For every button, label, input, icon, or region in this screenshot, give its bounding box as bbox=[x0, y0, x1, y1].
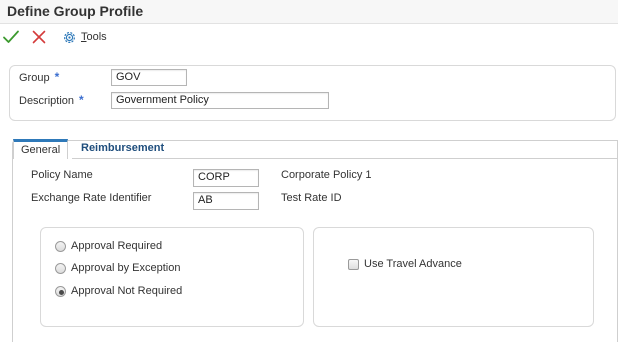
radio-button[interactable] bbox=[55, 262, 66, 274]
close-icon bbox=[32, 30, 46, 44]
use-travel-advance-checkbox[interactable]: Use Travel Advance bbox=[348, 258, 462, 270]
ok-button[interactable] bbox=[2, 28, 20, 46]
radio-button-selected[interactable] bbox=[55, 285, 66, 297]
approval-by-exception-radio[interactable]: Approval by Exception bbox=[55, 262, 180, 274]
tab-general[interactable]: General bbox=[13, 139, 69, 159]
tab-divider bbox=[72, 158, 618, 159]
gear-icon bbox=[64, 31, 75, 43]
title-bar: Define Group Profile bbox=[0, 0, 618, 24]
approval-required-radio[interactable]: Approval Required bbox=[55, 240, 162, 252]
exchange-rate-description: Test Rate ID bbox=[281, 192, 342, 204]
page-title: Define Group Profile bbox=[7, 3, 144, 19]
policy-name-label: Policy Name bbox=[31, 169, 93, 181]
exchange-rate-field[interactable]: AB bbox=[193, 192, 259, 210]
approval-not-required-label: Approval Not Required bbox=[71, 285, 183, 297]
group-label: Group * bbox=[19, 70, 60, 84]
required-indicator: * bbox=[79, 93, 84, 107]
travel-advance-group-box bbox=[313, 227, 594, 327]
description-label: Description * bbox=[19, 93, 84, 107]
policy-name-field[interactable]: CORP bbox=[193, 169, 259, 187]
cancel-button[interactable] bbox=[30, 28, 48, 46]
description-field[interactable]: Government Policy bbox=[111, 92, 329, 109]
tools-button[interactable]: Tools bbox=[62, 28, 107, 46]
tab-reimbursement[interactable]: Reimbursement bbox=[74, 139, 171, 158]
approval-not-required-radio[interactable]: Approval Not Required bbox=[55, 285, 182, 297]
approval-by-exception-label: Approval by Exception bbox=[71, 262, 181, 274]
group-field[interactable]: GOV bbox=[111, 69, 187, 86]
radio-button[interactable] bbox=[55, 240, 66, 252]
toolbar: Tools bbox=[0, 26, 618, 48]
approval-required-label: Approval Required bbox=[71, 240, 163, 252]
use-travel-advance-label: Use Travel Advance bbox=[364, 258, 462, 270]
tools-label: Tools bbox=[81, 31, 107, 43]
exchange-rate-label: Exchange Rate Identifier bbox=[31, 192, 152, 204]
required-indicator: * bbox=[54, 70, 60, 84]
policy-name-description: Corporate Policy 1 bbox=[281, 169, 372, 181]
checkmark-icon bbox=[3, 30, 19, 43]
checkbox[interactable] bbox=[348, 258, 359, 270]
